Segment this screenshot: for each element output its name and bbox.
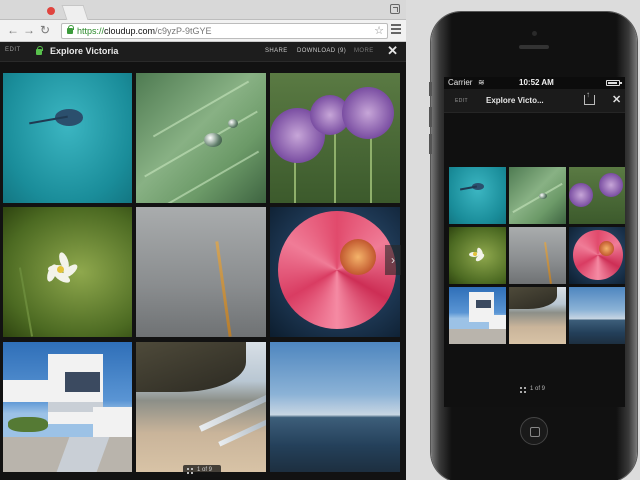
ios-status-bar: Carrier ≋ 10:52 AM [444,77,625,89]
next-arrow-icon[interactable]: › [385,245,401,275]
app-header: EDIT Explore Victoria SHARE DOWNLOAD (9)… [0,42,406,62]
mobile-sea-photo[interactable] [569,287,625,344]
reload-icon[interactable]: ↻ [38,23,52,38]
more-button[interactable]: MORE [354,48,374,54]
menu-hamburger-icon[interactable] [391,24,401,34]
mobile-white-flower-photo[interactable] [449,227,506,284]
pager-text: 1 of 9 [197,467,213,473]
leaf-photo[interactable] [136,73,266,203]
iphone-device: Carrier ≋ 10:52 AM EDIT Explore Victo...… [429,12,637,480]
wifi-icon: ≋ [478,78,485,87]
page-title[interactable]: Explore Victoria [50,46,118,56]
mobile-pager-text: 1 of 9 [530,386,546,392]
front-camera [532,31,537,36]
mobile-leaf-photo[interactable] [509,167,566,224]
home-button[interactable] [520,417,548,445]
white-flower-photo[interactable] [3,207,132,337]
new-tab-button[interactable] [61,5,89,20]
mobile-grass-photo[interactable] [509,227,566,284]
mobile-page-title[interactable]: Explore Victo... [486,96,544,105]
mobile-pink-flower-photo[interactable] [569,227,625,284]
download-button[interactable]: DOWNLOAD (9) [297,48,346,54]
pagination-indicator[interactable]: 1 of 9 [183,465,221,477]
grass-photo[interactable] [136,207,266,337]
bookmark-star-icon[interactable]: ☆ [374,24,384,38]
mobile-pagination-indicator[interactable]: 1 of 9 [518,385,558,395]
share-button[interactable]: SHARE [265,48,288,54]
volume-down-button[interactable] [429,134,432,154]
allium-photo[interactable] [270,73,400,203]
mobile-app-header: EDIT Explore Victo... ✕ [444,89,625,113]
mobile-jellyfish-photo[interactable] [449,167,506,224]
building-photo[interactable] [3,342,132,472]
mute-switch[interactable] [429,82,432,96]
browser-window: ← → ↻ https://cloudup.com/c9yzP-9tGYE ☆ … [0,0,406,480]
mobile-beach-photo[interactable] [509,287,566,344]
pink-flower-photo[interactable] [270,207,400,337]
edit-button[interactable]: EDIT [5,47,21,53]
mobile-edit-button[interactable]: EDIT [455,98,468,104]
volume-up-button[interactable] [429,107,432,127]
address-bar[interactable]: https://cloudup.com/c9yzP-9tGYE ☆ [61,23,388,39]
url-text[interactable]: https://cloudup.com/c9yzP-9tGYE [77,25,212,38]
phone-screen: Carrier ≋ 10:52 AM EDIT Explore Victo...… [444,77,625,407]
secure-lock-icon [67,25,74,34]
url-path: /c9yzP-9tGYE [155,26,212,36]
carrier-label: Carrier [448,78,473,87]
url-scheme: https:// [77,26,105,36]
browser-toolbar: ← → ↻ https://cloudup.com/c9yzP-9tGYE ☆ [0,20,406,42]
mobile-grid-icon [520,387,526,393]
mobile-allium-photo[interactable] [569,167,625,224]
tab-strip [0,0,406,20]
beach-photo[interactable] [136,342,266,472]
tab-close-icon[interactable] [47,7,55,15]
grid-icon [187,468,193,474]
share-icon[interactable] [584,90,595,105]
lock-icon [36,46,43,55]
url-host: cloudup.com [104,26,156,36]
jellyfish-photo[interactable] [3,73,132,203]
sea-photo[interactable] [270,342,400,472]
status-time: 10:52 AM [519,78,554,87]
mobile-building-photo[interactable] [449,287,506,344]
close-icon[interactable]: ✕ [387,44,398,58]
fullscreen-icon[interactable] [390,4,400,14]
battery-icon [606,80,622,86]
photo-grid: › [0,62,406,480]
earpiece-speaker [519,45,549,49]
back-arrow-icon[interactable]: ← [6,23,20,38]
forward-arrow-icon[interactable]: → [22,23,36,38]
mobile-close-icon[interactable]: ✕ [612,93,621,107]
